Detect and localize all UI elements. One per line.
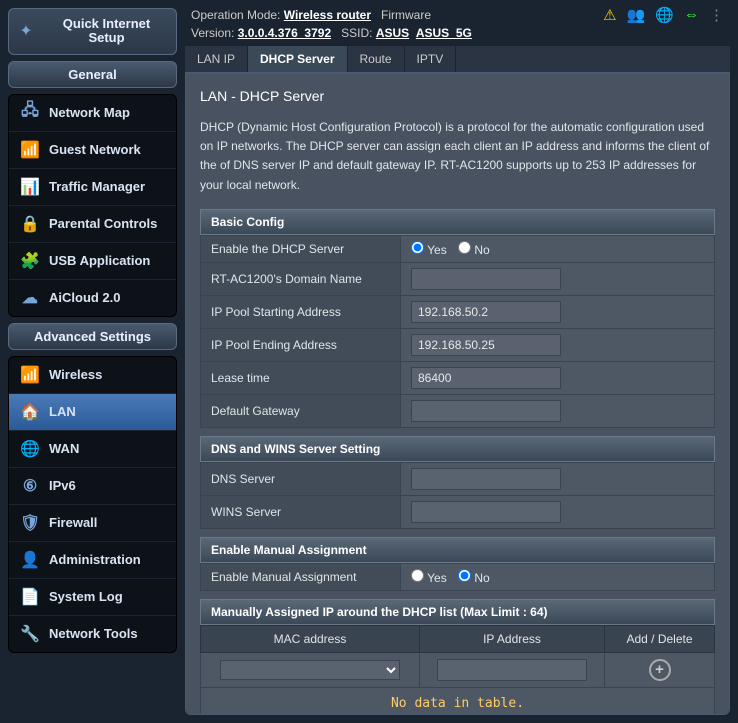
sidebar-item-traffic-manager[interactable]: 📊 Traffic Manager [9, 169, 176, 206]
mac-select[interactable] [220, 660, 400, 680]
menu-label: Firewall [49, 515, 97, 530]
menu-icon: ☁ [19, 287, 41, 309]
gateway-input[interactable] [411, 400, 561, 422]
menu-icon: 🧩 [19, 250, 41, 272]
dns-input[interactable] [411, 468, 561, 490]
menu-icon: 🛡 [19, 512, 41, 534]
manual-yes[interactable]: Yes [411, 571, 447, 585]
ssid-1[interactable]: ASUS [376, 26, 409, 40]
menu-label: Network Tools [49, 626, 138, 641]
menu-icon: 🔧 [19, 623, 41, 645]
firmware-version-link[interactable]: 3.0.0.4.376_3792 [238, 26, 331, 40]
operation-mode-link[interactable]: Wireless router [284, 8, 371, 22]
dhcp-enable-yes[interactable]: Yes [411, 243, 447, 257]
sidebar-item-network-tools[interactable]: 🔧 Network Tools [9, 616, 176, 652]
col-ip: IP Address [420, 625, 605, 652]
menu-icon: 📄 [19, 586, 41, 608]
add-button[interactable]: + [649, 659, 671, 681]
tabs: LAN IPDHCP ServerRouteIPTV [185, 46, 730, 73]
pool-end-input[interactable] [411, 334, 561, 356]
sidebar-item-wireless[interactable]: 📶 Wireless [9, 357, 176, 394]
manual-assign-header: Enable Manual Assignment [200, 537, 715, 563]
pool-start-input[interactable] [411, 301, 561, 323]
menu-icon: 🔒 [19, 213, 41, 235]
users-icon: 👥 [627, 6, 646, 24]
menu-icon: 🏠 [19, 401, 41, 423]
lease-input[interactable] [411, 367, 561, 389]
advanced-menu: 📶 Wireless 🏠 LAN 🌐 WAN ⑥ IPv6 🛡 Firewall 👤 Administ… [8, 356, 177, 653]
menu-icon: 🌐 [19, 438, 41, 460]
sidebar-item-wan[interactable]: 🌐 WAN [9, 431, 176, 468]
menu-icon: 📶 [19, 139, 41, 161]
page-desc: DHCP (Dynamic Host Configuration Protoco… [200, 118, 715, 195]
wand-icon: ✦ [15, 20, 37, 42]
menu-label: Guest Network [49, 142, 141, 157]
menu-label: LAN [49, 404, 76, 419]
tab-route[interactable]: Route [348, 46, 405, 72]
tab-lan-ip[interactable]: LAN IP [185, 46, 248, 72]
topbar: Operation Mode: Wireless router Firmware… [185, 4, 730, 46]
assigned-list-header: Manually Assigned IP around the DHCP lis… [200, 599, 715, 625]
ssid-2[interactable]: ASUS_5G [416, 26, 472, 40]
content-area: LAN - DHCP Server DHCP (Dynamic Host Con… [185, 73, 730, 715]
menu-label: System Log [49, 589, 123, 604]
no-data-msg: No data in table. [200, 688, 715, 715]
menu-icon: 📶 [19, 364, 41, 386]
tab-iptv[interactable]: IPTV [405, 46, 457, 72]
menu-icon: 📊 [19, 176, 41, 198]
sidebar-item-network-map[interactable]: 🖧 Network Map [9, 95, 176, 132]
basic-config-header: Basic Config [200, 209, 715, 235]
manual-no[interactable]: No [458, 571, 490, 585]
globe-icon: 🌐 [655, 6, 674, 24]
col-mac: MAC address [201, 625, 420, 652]
menu-label: AiCloud 2.0 [49, 290, 121, 305]
menu-label: Network Map [49, 105, 130, 120]
wifi-icon: ⋮ [709, 6, 724, 24]
status-icons: ⚠ 👥 🌐 ⇔ ⋮ [603, 6, 724, 24]
domain-input[interactable] [411, 268, 561, 290]
wins-input[interactable] [411, 501, 561, 523]
menu-label: Wireless [49, 367, 102, 382]
menu-icon: 👤 [19, 549, 41, 571]
menu-icon: 🖧 [19, 102, 41, 124]
menu-icon: ⑥ [19, 475, 41, 497]
col-action: Add / Delete [605, 625, 715, 652]
sidebar-item-usb-application[interactable]: 🧩 USB Application [9, 243, 176, 280]
sidebar-item-administration[interactable]: 👤 Administration [9, 542, 176, 579]
tab-dhcp-server[interactable]: DHCP Server [248, 46, 347, 72]
general-menu: 🖧 Network Map 📶 Guest Network 📊 Traffic Manag… [8, 94, 177, 317]
menu-label: Administration [49, 552, 141, 567]
dns-wins-header: DNS and WINS Server Setting [200, 436, 715, 462]
quick-internet-setup[interactable]: ✦ Quick Internet Setup [8, 8, 177, 55]
sidebar-item-aicloud-2-0[interactable]: ☁ AiCloud 2.0 [9, 280, 176, 316]
menu-label: WAN [49, 441, 79, 456]
dhcp-enable-no[interactable]: No [458, 243, 490, 257]
sidebar-item-parental-controls[interactable]: 🔒 Parental Controls [9, 206, 176, 243]
sidebar-item-lan[interactable]: 🏠 LAN [9, 394, 176, 431]
assign-ip-input[interactable] [437, 659, 587, 681]
sidebar-item-firewall[interactable]: 🛡 Firewall [9, 505, 176, 542]
advanced-header: Advanced Settings [8, 323, 177, 350]
menu-label: Parental Controls [49, 216, 157, 231]
usb-icon: ⇔ [684, 6, 699, 24]
sidebar-item-system-log[interactable]: 📄 System Log [9, 579, 176, 616]
menu-label: IPv6 [49, 478, 76, 493]
page-title: LAN - DHCP Server [200, 88, 715, 104]
sidebar-item-guest-network[interactable]: 📶 Guest Network [9, 132, 176, 169]
menu-label: Traffic Manager [49, 179, 145, 194]
general-header: General [8, 61, 177, 88]
sidebar-item-ipv6[interactable]: ⑥ IPv6 [9, 468, 176, 505]
menu-label: USB Application [49, 253, 150, 268]
warning-icon: ⚠ [603, 6, 616, 24]
